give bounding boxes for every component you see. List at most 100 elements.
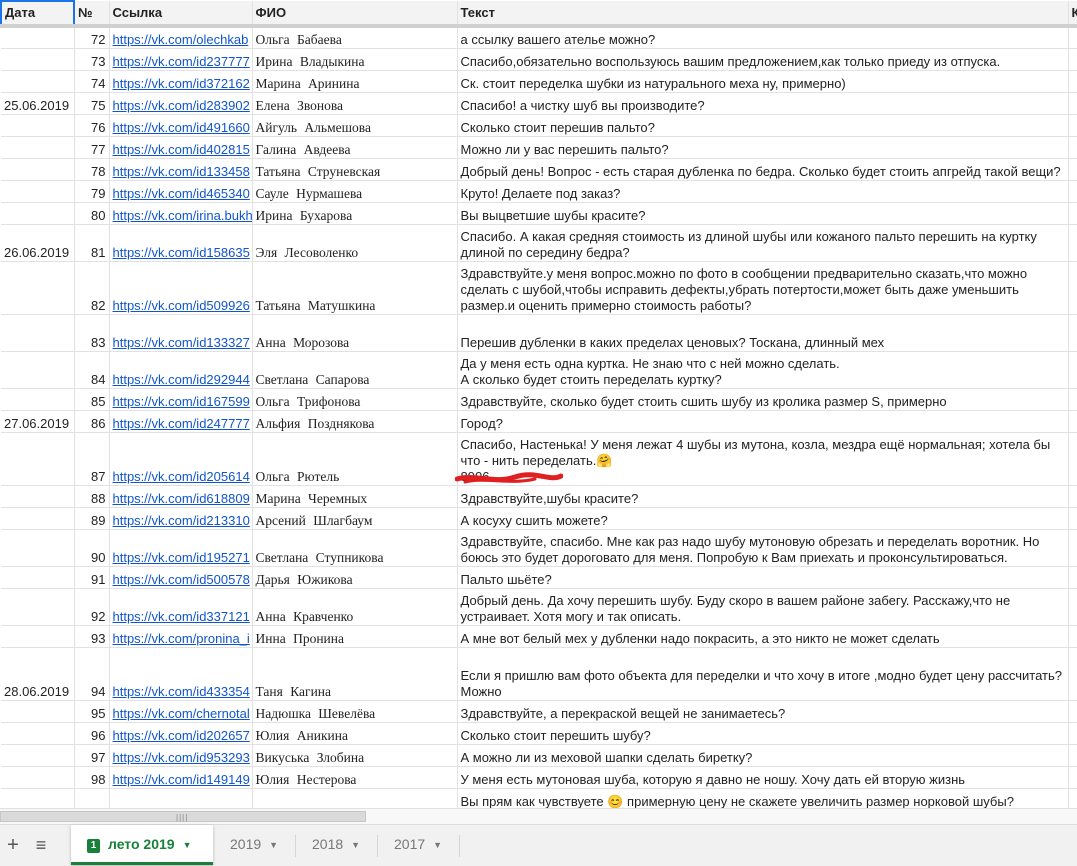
link-cell[interactable]: https://vk.com/id237777 (109, 48, 253, 71)
fio-cell[interactable]: Анна Морозова (252, 314, 458, 352)
fio-cell[interactable]: Дарья Южикова (252, 566, 458, 589)
link-cell[interactable]: https://vk.com/id953293 (109, 744, 253, 767)
number-cell[interactable]: 76 (74, 114, 110, 137)
fio-cell[interactable]: Ольга Рютель (252, 432, 458, 486)
number-cell[interactable]: 98 (74, 766, 110, 789)
date-cell[interactable]: 28.06.2019 (1, 647, 75, 701)
date-cell[interactable] (1, 625, 75, 648)
text-cell[interactable]: Вы выцветшие шубы красите? (457, 202, 1069, 225)
column-header-number[interactable]: № (74, 1, 110, 28)
date-cell[interactable] (1, 26, 75, 49)
date-cell[interactable] (1, 388, 75, 411)
number-cell[interactable]: 80 (74, 202, 110, 225)
k-cell[interactable] (1068, 529, 1077, 567)
text-cell[interactable]: Здравствуйте, спасибо. Мне как раз надо … (457, 529, 1069, 567)
number-cell[interactable]: 97 (74, 744, 110, 767)
text-cell[interactable]: Здравствуйте, сколько будет стоить сшить… (457, 388, 1069, 411)
k-cell[interactable] (1068, 351, 1077, 389)
number-cell[interactable]: 85 (74, 388, 110, 411)
number-cell[interactable]: 88 (74, 485, 110, 508)
fio-cell[interactable]: Эля Лесоволенко (252, 224, 458, 262)
number-cell[interactable]: 73 (74, 48, 110, 71)
number-cell[interactable]: 79 (74, 180, 110, 203)
text-cell[interactable]: Спасибо,обязательно воспользуюсь вашим п… (457, 48, 1069, 71)
date-cell[interactable] (1, 136, 75, 159)
k-cell[interactable] (1068, 70, 1077, 93)
scrollbar-thumb[interactable]: |||| (0, 811, 366, 822)
fio-cell[interactable]: Марина Черемных (252, 485, 458, 508)
link-cell[interactable]: https://vk.com/chernotal (109, 700, 253, 723)
k-cell[interactable] (1068, 26, 1077, 49)
fio-cell[interactable]: Надюшка Шевелёва (252, 700, 458, 723)
link-cell[interactable]: https://vk.com/olechkab (109, 26, 253, 49)
k-cell[interactable] (1068, 788, 1077, 808)
k-cell[interactable] (1068, 224, 1077, 262)
text-cell[interactable]: Сколько стоит перешив пальто? (457, 114, 1069, 137)
date-cell[interactable] (1, 700, 75, 723)
fio-cell[interactable]: Сауле Нурмашева (252, 180, 458, 203)
link-cell[interactable]: https://vk.com/id500578 (109, 566, 253, 589)
number-cell[interactable]: 78 (74, 158, 110, 181)
k-cell[interactable] (1068, 314, 1077, 352)
k-cell[interactable] (1068, 625, 1077, 648)
text-cell[interactable]: Вы прям как чувствуете 😊 примерную цену … (457, 788, 1069, 808)
tab-2018[interactable]: 2018 ▼ (296, 825, 376, 865)
date-cell[interactable] (1, 432, 75, 486)
k-cell[interactable] (1068, 722, 1077, 745)
link-cell[interactable]: https://vk.com/id149149 (109, 766, 253, 789)
date-cell[interactable] (1, 507, 75, 530)
number-cell[interactable]: 72 (74, 26, 110, 49)
link-cell[interactable]: https://vk.com/id202657 (109, 722, 253, 745)
number-cell[interactable]: 90 (74, 529, 110, 567)
fio-cell[interactable]: Ольга Трифонова (252, 388, 458, 411)
link-cell[interactable]: https://vk.com/id283902 (109, 92, 253, 115)
number-cell[interactable]: 89 (74, 507, 110, 530)
k-cell[interactable] (1068, 744, 1077, 767)
text-cell[interactable]: Спасибо. А какая средняя стоимость из дл… (457, 224, 1069, 262)
link-cell[interactable]: https://vk.com/id509926 (109, 261, 253, 315)
link-cell[interactable]: https://vk.com/id133327 (109, 314, 253, 352)
date-cell[interactable] (1, 722, 75, 745)
column-header-fio[interactable]: ФИО (252, 1, 458, 28)
k-cell[interactable] (1068, 388, 1077, 411)
fio-cell[interactable] (252, 788, 458, 808)
fio-cell[interactable]: Галина Авдеева (252, 136, 458, 159)
number-cell[interactable]: 84 (74, 351, 110, 389)
link-cell[interactable]: https://vk.com/id372162 (109, 70, 253, 93)
k-cell[interactable] (1068, 410, 1077, 433)
number-cell[interactable]: 94 (74, 647, 110, 701)
link-cell[interactable]: https://vk.com/id213310 (109, 507, 253, 530)
number-cell[interactable]: 82 (74, 261, 110, 315)
number-cell[interactable]: 83 (74, 314, 110, 352)
fio-cell[interactable]: Ирина Бухарова (252, 202, 458, 225)
k-cell[interactable] (1068, 202, 1077, 225)
number-cell[interactable]: 74 (74, 70, 110, 93)
k-cell[interactable] (1068, 92, 1077, 115)
text-cell[interactable]: А мне вот белый мех у дубленки надо покр… (457, 625, 1069, 648)
number-cell[interactable]: 92 (74, 588, 110, 626)
tab-leto-2019[interactable]: 1 лето 2019 ▼ (71, 825, 213, 865)
fio-cell[interactable]: Таня Кагина (252, 647, 458, 701)
number-cell[interactable]: 93 (74, 625, 110, 648)
text-cell[interactable]: А косуху сшить можете? (457, 507, 1069, 530)
text-cell[interactable]: Добрый день. Да хочу перешить шубу. Буду… (457, 588, 1069, 626)
number-cell[interactable]: 77 (74, 136, 110, 159)
date-cell[interactable] (1, 744, 75, 767)
fio-cell[interactable]: Викуська Злобина (252, 744, 458, 767)
chevron-down-icon[interactable]: ▼ (351, 840, 360, 850)
text-cell[interactable]: Перешив дубленки в каких пределах ценовы… (457, 314, 1069, 352)
link-cell[interactable]: https://vk.com/id133458 (109, 158, 253, 181)
text-cell[interactable]: Здравствуйте.у меня вопрос.можно по фото… (457, 261, 1069, 315)
number-cell[interactable]: 81 (74, 224, 110, 262)
text-cell[interactable]: а ссылку вашего ателье можно? (457, 26, 1069, 49)
column-header-text[interactable]: Текст (457, 1, 1069, 28)
link-cell[interactable] (109, 788, 253, 808)
date-cell[interactable] (1, 314, 75, 352)
fio-cell[interactable]: Альфия Позднякова (252, 410, 458, 433)
k-cell[interactable] (1068, 180, 1077, 203)
fio-cell[interactable]: Анна Кравченко (252, 588, 458, 626)
date-cell[interactable] (1, 766, 75, 789)
tab-2019[interactable]: 2019 ▼ (214, 825, 294, 865)
text-cell[interactable]: Круто! Делаете под заказ? (457, 180, 1069, 203)
number-cell[interactable]: 91 (74, 566, 110, 589)
